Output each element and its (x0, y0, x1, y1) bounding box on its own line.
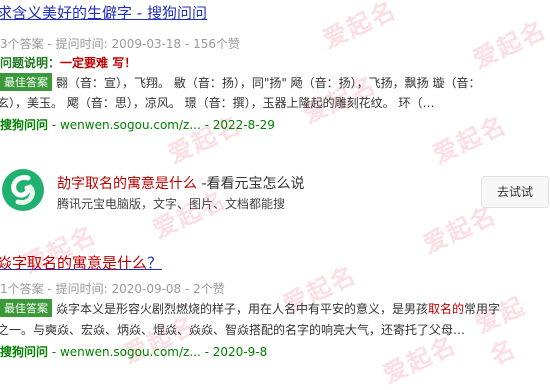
result-title-link[interactable]: 焱字取名的寓意是什么？ (0, 252, 162, 273)
answer-text: 常用字 (464, 302, 501, 316)
best-answer-badge: 最佳答案 (0, 73, 52, 91)
source-site: 搜狗问问 (0, 118, 49, 132)
result-meta: 3个答案 - 提问时间: 2009-03-18 - 156个赞 (0, 37, 241, 51)
question-label: 问题说明： (0, 56, 61, 70)
result-source[interactable]: 搜狗问问 - wenwen.sogou.com/z... - 2020-9-8 (0, 343, 267, 360)
answer-line: 玄），美玉。 飔（音：思），凉风。 璟（音：撰），玉器上隆起的雕刻花纹。 环（… (0, 96, 435, 110)
answer-line: 之一。与奭焱、宏焱、炳焱、焜焱、焱焱、智焱搭配的名字的响亮大气，还寄托了父母… (0, 323, 466, 337)
watermark: 爱起名 (468, 15, 550, 74)
best-answer-badge: 最佳答案 (0, 299, 52, 317)
ad-subtitle: 腾讯元宝电脑版，文字、图片、文档都能搜 (57, 197, 286, 211)
result-source[interactable]: 搜狗问问 - wenwen.sogou.com/z... - 2022-8-29 (0, 116, 275, 133)
answer-text: 翾（音：宣），飞翔。 敭（音：扬），同"扬" 飏（音：扬），飞扬，飘扬 璇（音： (56, 76, 481, 90)
watermark: 爱起名 (163, 110, 247, 169)
answer-line: 最佳答案 焱字本义是形容火剧烈燃烧的样子，用在人名中有平安的意义，是男孩取名的常用… (0, 299, 500, 317)
ad-title-highlight: 劼字取名的寓意是什么 (57, 176, 197, 192)
result-title-rest: ？ (147, 254, 163, 272)
answer-line: 最佳答案 翾（音：宣），飞翔。 敭（音：扬），同"扬" 飏（音：扬），飞扬，飘扬 … (0, 73, 481, 91)
answer-highlight: 取名的 (428, 302, 465, 316)
result-title-link[interactable]: 求含义美好的生僻字 - 搜狗问问 (0, 2, 207, 23)
yuanbao-logo-icon[interactable] (2, 169, 44, 211)
result-meta: 1个答案 - 提问时间: 2020-09-08 - 2个赞 (0, 282, 225, 296)
watermark: 爱起名 (428, 110, 512, 169)
watermark: 爱起名 (471, 291, 530, 371)
answer-text: 焱字本义是形容火剧烈燃烧的样子，用在人名中有平安的意义，是男孩 (56, 302, 429, 316)
try-button[interactable]: 去试试 (481, 176, 549, 208)
source-url-date: - wenwen.sogou.com/z... - 2022-8-29 (48, 118, 275, 132)
result-title-text: 求含义美好的生僻字 (0, 4, 133, 22)
question-note: 问题说明：一定要难 写！ (0, 54, 136, 71)
result-title-source: - 搜狗问问 (132, 4, 207, 22)
ad-title-link[interactable]: 劼字取名的寓意是什么 -看看元宝怎么说 (57, 173, 305, 193)
ad-title-rest: -看看元宝怎么说 (197, 176, 305, 192)
question-text: 一定要难 写！ (60, 56, 137, 70)
source-site: 搜狗问问 (0, 345, 49, 359)
source-url-date: - wenwen.sogou.com/z... - 2020-9-8 (48, 345, 268, 359)
result-title-highlight: 焱字取名的寓意是什么 (0, 254, 148, 272)
watermark: 爱起名 (318, 0, 402, 54)
